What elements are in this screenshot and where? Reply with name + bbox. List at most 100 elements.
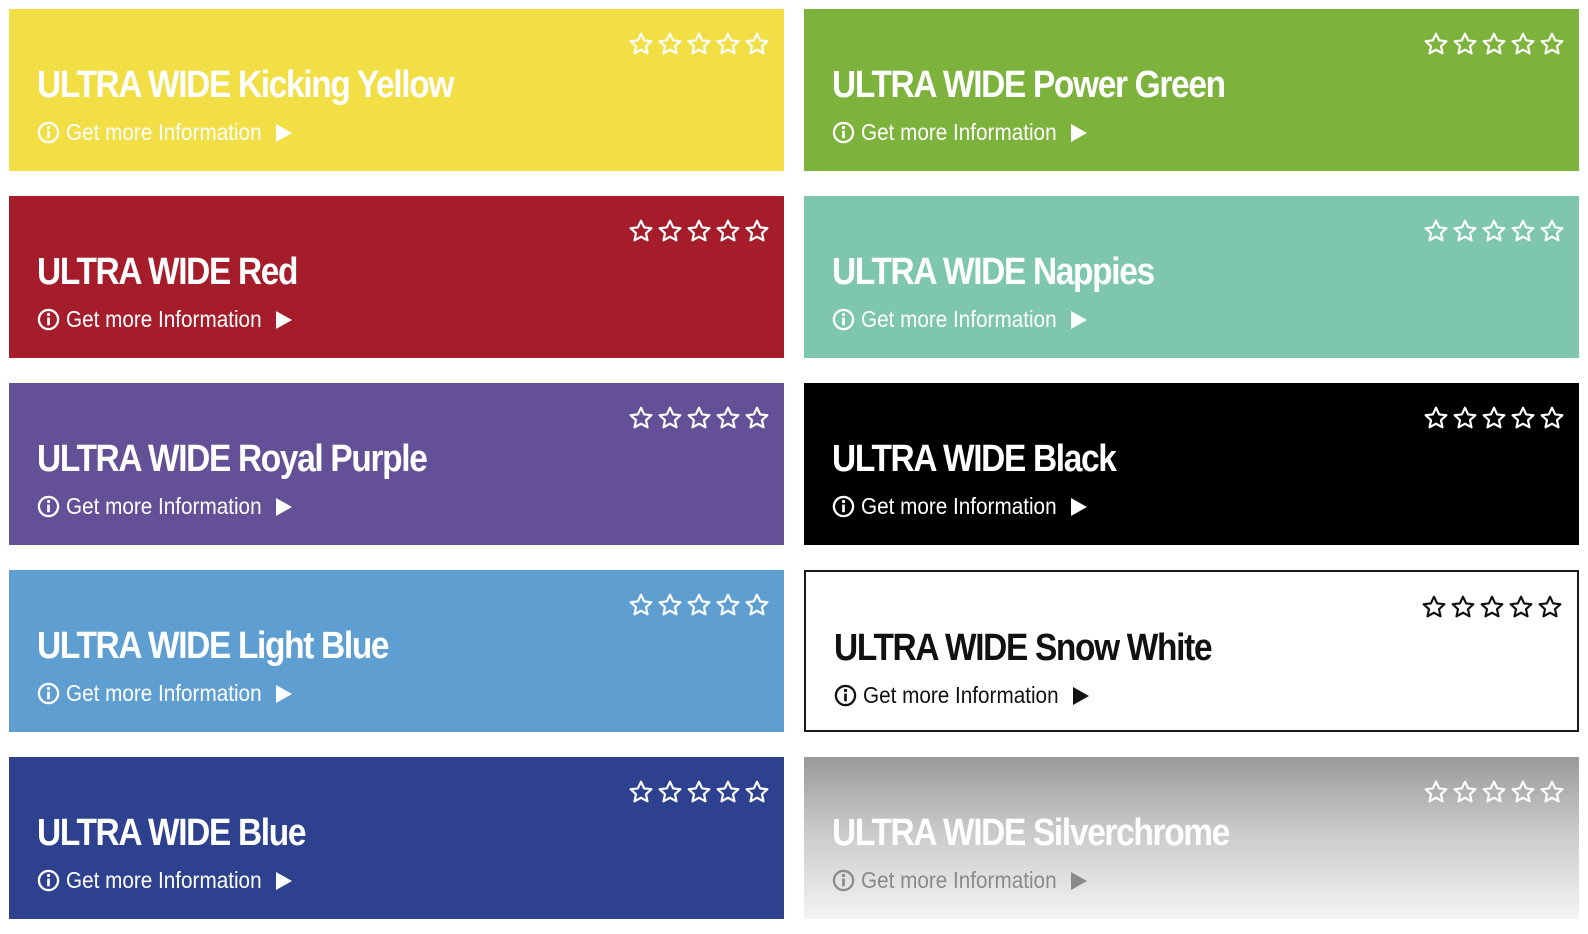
info-circle-icon <box>832 308 855 331</box>
star-icon[interactable] <box>744 592 770 618</box>
star-icon[interactable] <box>715 405 741 431</box>
star-icon[interactable] <box>657 405 683 431</box>
star-icon[interactable] <box>1452 31 1478 57</box>
star-icon[interactable] <box>715 218 741 244</box>
star-icon[interactable] <box>1508 594 1534 620</box>
product-card[interactable]: ULTRA WIDE Nappies Get more Information <box>804 196 1579 358</box>
star-icon[interactable] <box>1510 218 1536 244</box>
product-card[interactable]: ULTRA WIDE Black Get more Information <box>804 383 1579 545</box>
star-icon[interactable] <box>1539 779 1565 805</box>
product-title: ULTRA WIDE Power Green <box>832 64 1226 106</box>
play-arrow-icon <box>275 497 293 517</box>
star-icon[interactable] <box>744 218 770 244</box>
star-icon[interactable] <box>1421 594 1447 620</box>
product-card[interactable]: ULTRA WIDE Snow White Get more Informati… <box>804 570 1579 732</box>
star-icon[interactable] <box>1537 594 1563 620</box>
star-icon[interactable] <box>628 779 654 805</box>
star-icon[interactable] <box>1423 218 1449 244</box>
play-arrow-icon <box>1070 123 1088 143</box>
star-icon[interactable] <box>1452 405 1478 431</box>
more-info-link[interactable]: Get more Information <box>37 493 293 520</box>
star-icon[interactable] <box>686 779 712 805</box>
star-icon[interactable] <box>628 218 654 244</box>
info-circle-icon <box>37 121 60 144</box>
more-info-link[interactable]: Get more Information <box>832 493 1088 520</box>
star-icon[interactable] <box>1481 218 1507 244</box>
star-rating[interactable] <box>1423 779 1565 805</box>
more-info-link[interactable]: Get more Information <box>37 680 293 707</box>
star-rating[interactable] <box>1423 405 1565 431</box>
star-icon[interactable] <box>744 31 770 57</box>
star-rating[interactable] <box>628 405 770 431</box>
star-icon[interactable] <box>1423 31 1449 57</box>
star-rating[interactable] <box>628 218 770 244</box>
star-icon[interactable] <box>686 31 712 57</box>
product-title: ULTRA WIDE Black <box>832 438 1117 480</box>
star-icon[interactable] <box>744 779 770 805</box>
star-icon[interactable] <box>1481 405 1507 431</box>
product-card[interactable]: ULTRA WIDE Royal Purple Get more Informa… <box>9 383 784 545</box>
product-card[interactable]: ULTRA WIDE Light Blue Get more Informati… <box>9 570 784 732</box>
more-info-link[interactable]: Get more Information <box>832 867 1088 894</box>
star-icon[interactable] <box>1510 405 1536 431</box>
product-card[interactable]: ULTRA WIDE Silverchrome Get more Informa… <box>804 757 1579 919</box>
star-icon[interactable] <box>1539 405 1565 431</box>
star-rating[interactable] <box>628 31 770 57</box>
star-icon[interactable] <box>686 405 712 431</box>
star-icon[interactable] <box>686 218 712 244</box>
star-icon[interactable] <box>686 592 712 618</box>
star-icon[interactable] <box>1510 779 1536 805</box>
star-icon[interactable] <box>628 31 654 57</box>
info-circle-icon <box>37 308 60 331</box>
star-rating[interactable] <box>1423 218 1565 244</box>
more-info-link[interactable]: Get more Information <box>37 867 293 894</box>
star-icon[interactable] <box>715 31 741 57</box>
play-arrow-icon <box>1072 686 1090 706</box>
star-rating[interactable] <box>628 779 770 805</box>
star-icon[interactable] <box>657 592 683 618</box>
star-icon[interactable] <box>1539 31 1565 57</box>
star-icon[interactable] <box>1452 779 1478 805</box>
star-icon[interactable] <box>657 218 683 244</box>
star-icon[interactable] <box>1510 31 1536 57</box>
star-rating[interactable] <box>628 592 770 618</box>
star-icon[interactable] <box>657 31 683 57</box>
star-icon[interactable] <box>1423 405 1449 431</box>
star-icon[interactable] <box>657 779 683 805</box>
star-icon[interactable] <box>1539 218 1565 244</box>
product-card[interactable]: ULTRA WIDE Power Green Get more Informat… <box>804 9 1579 171</box>
star-icon[interactable] <box>1479 594 1505 620</box>
product-card[interactable]: ULTRA WIDE Red Get more Information <box>9 196 784 358</box>
product-card[interactable]: ULTRA WIDE Kicking Yellow Get more Infor… <box>9 9 784 171</box>
more-info-link[interactable]: Get more Information <box>834 682 1090 709</box>
more-info-label: Get more Information <box>861 119 1057 145</box>
product-title: ULTRA WIDE Nappies <box>832 251 1155 293</box>
play-arrow-icon <box>275 310 293 330</box>
more-info-label: Get more Information <box>66 680 262 706</box>
product-title: ULTRA WIDE Royal Purple <box>37 438 428 480</box>
star-icon[interactable] <box>715 592 741 618</box>
play-arrow-icon <box>1070 497 1088 517</box>
more-info-link[interactable]: Get more Information <box>832 119 1088 146</box>
star-icon[interactable] <box>628 405 654 431</box>
info-circle-icon <box>834 684 857 707</box>
star-icon[interactable] <box>744 405 770 431</box>
product-card[interactable]: ULTRA WIDE Blue Get more Information <box>9 757 784 919</box>
more-info-label: Get more Information <box>861 493 1057 519</box>
star-icon[interactable] <box>1452 218 1478 244</box>
star-rating[interactable] <box>1421 594 1563 620</box>
star-icon[interactable] <box>1481 31 1507 57</box>
play-arrow-icon <box>1070 310 1088 330</box>
more-info-link[interactable]: Get more Information <box>37 119 293 146</box>
more-info-label: Get more Information <box>66 306 262 332</box>
more-info-link[interactable]: Get more Information <box>832 306 1088 333</box>
product-title: ULTRA WIDE Light Blue <box>37 625 390 667</box>
star-icon[interactable] <box>1450 594 1476 620</box>
more-info-link[interactable]: Get more Information <box>37 306 293 333</box>
star-icon[interactable] <box>628 592 654 618</box>
star-icon[interactable] <box>1423 779 1449 805</box>
info-circle-icon <box>37 495 60 518</box>
star-icon[interactable] <box>715 779 741 805</box>
star-icon[interactable] <box>1481 779 1507 805</box>
star-rating[interactable] <box>1423 31 1565 57</box>
